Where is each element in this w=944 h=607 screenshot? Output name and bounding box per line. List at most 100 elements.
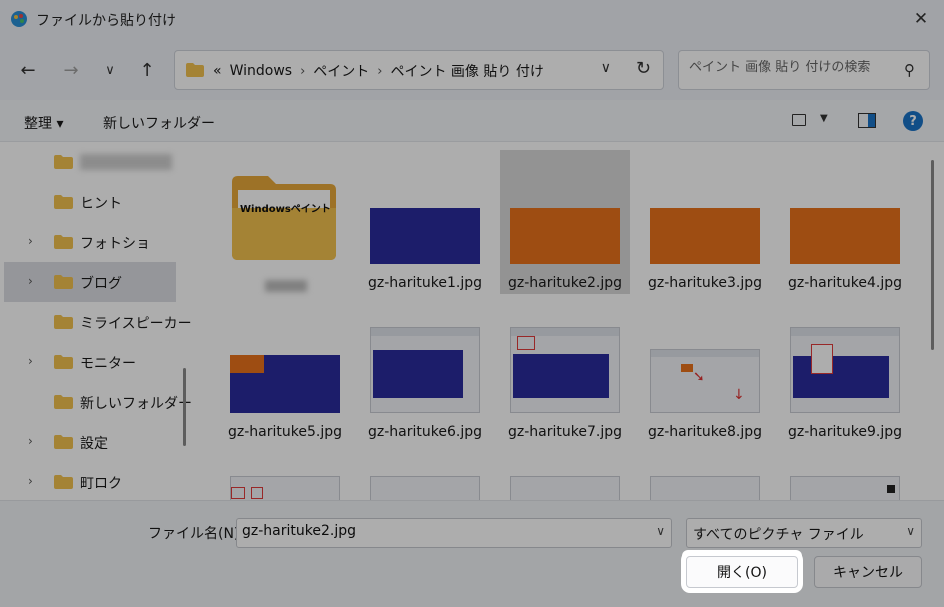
arrow-up-icon[interactable]: ↑ [134,57,160,83]
chevron-down-icon[interactable]: ∨ [906,524,915,538]
arrow-left-icon[interactable]: ← [15,57,41,83]
breadcrumb-windows[interactable]: Windows [230,63,293,79]
file-tile-partial[interactable] [220,448,350,500]
window-title: ファイルから貼り付け [36,13,176,29]
sidebar-item-mirai-speaker[interactable]: ミライスピーカー [4,302,192,342]
folder-icon [54,155,73,169]
folder-icon [54,275,73,289]
sidebar-item-blog[interactable]: › ブログ [4,262,176,302]
image-thumbnail [370,327,480,413]
sidebar-item-new-folder[interactable]: 新しいフォルダー [4,382,192,422]
preview-pane-icon[interactable] [858,113,876,128]
file-tile-partial[interactable] [360,448,490,500]
view-mode-icon[interactable] [792,114,806,126]
image-thumbnail [230,355,340,413]
file-name: gz-harituke5.jpg [228,424,342,440]
close-icon[interactable]: ✕ [898,0,944,38]
breadcrumb: « Windows › ペイント › ペイント 画像 貼り 付け [213,61,544,81]
redacted-label [80,154,172,170]
image-thumbnail [230,476,340,500]
chevron-down-icon[interactable]: ∨ [97,57,123,83]
file-name: gz-harituke6.jpg [368,424,482,440]
image-thumbnail [370,476,480,500]
file-name: gz-harituke9.jpg [788,424,902,440]
folder-icon [54,435,73,449]
chevron-right-icon[interactable]: › [28,354,33,368]
sidebar-item-hint[interactable]: ヒント [4,182,176,222]
sidebar-item-label: 新しいフォルダー [80,396,192,412]
sidebar-item-label: フォトショ [80,236,150,252]
new-folder-button[interactable]: 新しいフォルダー [103,113,215,133]
address-bar[interactable]: « Windows › ペイント › ペイント 画像 貼り 付け ∨ ↻ [174,50,664,90]
thumbnail-orange-corner [230,355,264,373]
chevron-right-icon[interactable]: › [28,234,33,248]
cancel-button[interactable]: キャンセル [814,556,922,588]
filename-field[interactable]: ∨ [236,518,672,548]
filename-label: ファイル名(N): [148,526,245,542]
folder-icon [54,475,73,489]
file-type-select[interactable]: すべてのピクチャ ファイル ∨ [686,518,922,548]
file-list-scrollbar[interactable] [931,160,934,350]
sidebar-item-hidden[interactable] [4,142,176,182]
folder-icon [54,195,73,209]
sidebar-item-machiroku[interactable]: › 町ロク [4,462,176,500]
navigation-bar: ← → ∨ ↑ « Windows › ペイント › ペイント 画像 貼り 付け… [0,38,944,100]
breadcrumb-paint[interactable]: ペイント [313,61,369,81]
breadcrumb-current[interactable]: ペイント 画像 貼り 付け [390,61,543,81]
sidebar-item-photoshop[interactable]: › フォトショ [4,222,176,262]
sidebar-item-label: モニター [80,356,136,372]
title-bar: ファイルから貼り付け ✕ [0,0,944,38]
file-tile-harituke4[interactable]: gz-harituke4.jpg [780,150,910,294]
folder-icon [54,355,73,369]
help-icon[interactable]: ? [903,111,923,131]
file-name: gz-harituke2.jpg [508,275,622,291]
file-tile-harituke2[interactable]: gz-harituke2.jpg [500,150,630,294]
refresh-icon[interactable]: ↻ [636,58,651,79]
arrow-right-icon[interactable]: → [58,57,84,83]
image-thumbnail [510,327,620,413]
file-list: Windowsペイント gz-harituke1.jpg gz-harituke… [196,142,944,500]
file-tile-harituke5[interactable]: gz-harituke5.jpg [220,299,350,443]
chevron-right-icon[interactable]: › [28,474,33,488]
file-tile-harituke9[interactable]: gz-harituke9.jpg [780,299,910,443]
folder-icon [54,395,73,409]
file-tile-folder[interactable]: Windowsペイント [220,150,350,294]
file-tile-partial[interactable] [780,448,910,500]
sidebar-scrollbar[interactable] [183,368,186,446]
organize-button[interactable]: 整理 ▾ [24,113,63,133]
chevron-right-icon[interactable]: › [300,64,305,79]
address-history-chevron-icon[interactable]: ∨ [601,60,611,76]
file-tile-harituke1[interactable]: gz-harituke1.jpg [360,150,490,294]
image-thumbnail [650,208,760,264]
file-name: gz-harituke7.jpg [508,424,622,440]
image-thumbnail [510,476,620,500]
image-thumbnail [790,476,900,500]
dialog-footer: ファイル名(N): ∨ すべてのピクチャ ファイル ∨ 開く(O) キャンセル [0,500,944,607]
view-dropdown-icon[interactable]: ▼ [820,113,828,124]
chevron-right-icon[interactable]: › [377,64,382,79]
open-button[interactable]: 開く(O) [686,556,798,588]
chevron-down-icon[interactable]: ∨ [656,524,665,538]
search-box[interactable]: ⚲ [678,50,930,90]
folder-icon [186,63,204,77]
sidebar-item-monitor[interactable]: › モニター [4,342,176,382]
paint-app-icon [11,11,27,27]
file-tile-harituke7[interactable]: gz-harituke7.jpg [500,299,630,443]
file-tile-partial[interactable] [640,448,770,500]
breadcrumb-overflow[interactable]: « [213,63,222,79]
chevron-right-icon[interactable]: › [28,434,33,448]
search-icon[interactable]: ⚲ [904,61,915,79]
filename-input[interactable] [242,523,642,539]
sidebar-item-label: 町ロク [80,476,122,492]
command-bar: 整理 ▾ 新しいフォルダー ▼ ? [0,100,944,142]
image-thumbnail [790,327,900,413]
sidebar-item-label: ブログ [80,276,122,292]
search-input[interactable] [689,60,889,75]
sidebar-item-settings[interactable]: › 設定 [4,422,176,462]
file-tile-harituke6[interactable]: gz-harituke6.jpg [360,299,490,443]
file-tile-harituke8[interactable]: ➘ ↓ gz-harituke8.jpg [640,299,770,443]
file-tile-harituke3[interactable]: gz-harituke3.jpg [640,150,770,294]
chevron-right-icon[interactable]: › [28,274,33,288]
file-name: gz-harituke1.jpg [368,275,482,291]
file-tile-partial[interactable] [500,448,630,500]
